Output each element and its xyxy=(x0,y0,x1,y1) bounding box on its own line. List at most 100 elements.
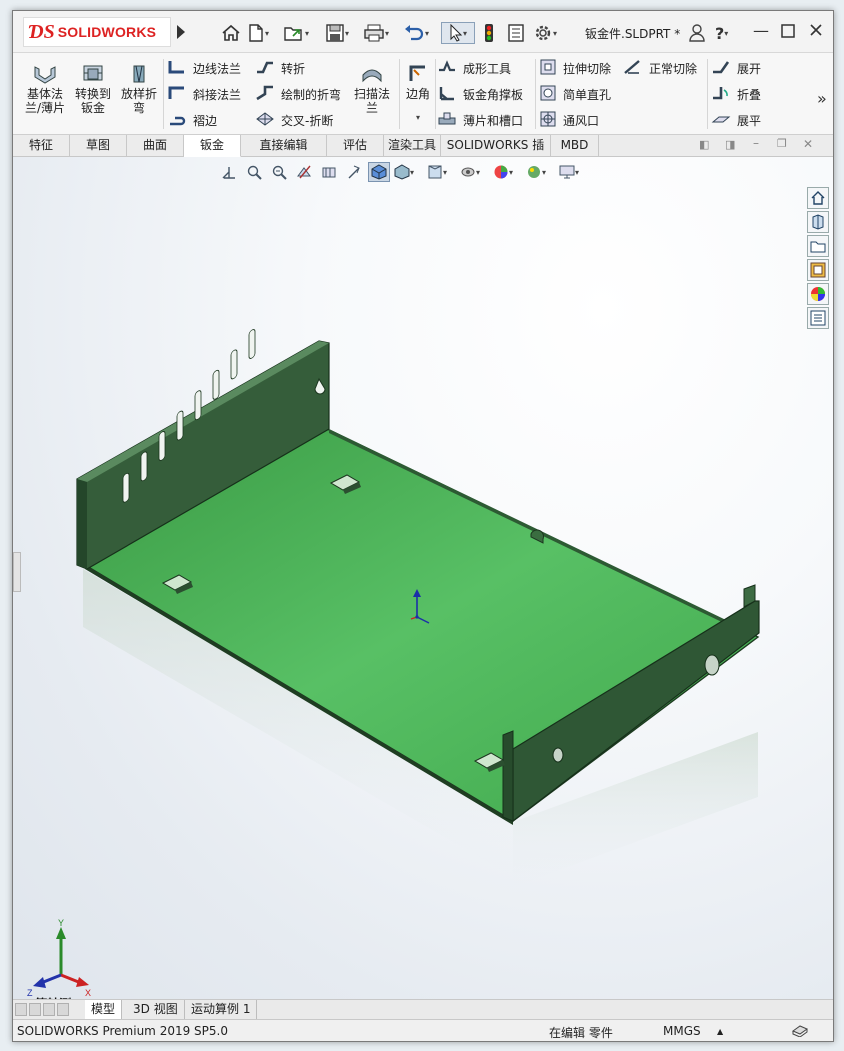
command-manager: 基体法 兰/薄片 转换到 钣金 放样折 弯 边线法兰 斜接法兰 褶边 转折 绘制… xyxy=(13,53,833,135)
swept-flange-label-1: 扫描法 xyxy=(353,87,390,101)
edge-flange-button[interactable]: 边线法兰 xyxy=(167,57,241,79)
sheet-metal-gusset-button[interactable]: 钣金角撑板 xyxy=(437,83,523,105)
tab-3d-views[interactable]: 3D 视图 xyxy=(127,1000,185,1019)
chevron-down-icon[interactable]: ▾ xyxy=(463,29,467,38)
tab-solidworks-addins[interactable]: SOLIDWORKS 插件 xyxy=(441,135,551,173)
ds-logo-icon: ƊS xyxy=(28,20,55,43)
chevron-down-icon[interactable]: ▾ xyxy=(345,29,349,38)
chevron-down-icon[interactable]: ▾ xyxy=(305,29,309,38)
flatten-icon xyxy=(711,110,731,131)
lofted-bend-label-2: 弯 xyxy=(132,101,145,115)
fold-button[interactable]: 折叠 xyxy=(711,83,761,105)
tab-sheet-metal[interactable]: 钣金 xyxy=(184,135,241,157)
vent-icon xyxy=(539,110,557,131)
hem-icon xyxy=(167,110,187,131)
print-icon[interactable]: ▾ xyxy=(363,22,389,44)
tab-model[interactable]: 模型 xyxy=(85,1000,123,1019)
unfold-label: 展开 xyxy=(737,61,762,76)
simple-hole-button[interactable]: 简单直孔 xyxy=(539,83,611,105)
select-pointer-icon[interactable]: ▾ xyxy=(441,22,475,44)
help-icon[interactable]: ? ▾ xyxy=(715,22,728,44)
vent-button[interactable]: 通风口 xyxy=(539,109,599,131)
tab-sketch[interactable]: 草图 xyxy=(70,135,127,157)
convert-to-sheet-metal-button[interactable]: 转换到 钣金 xyxy=(71,63,115,115)
miter-flange-icon xyxy=(167,84,187,105)
save-icon[interactable]: ▾ xyxy=(325,22,349,44)
extruded-cut-button[interactable]: 拉伸切除 xyxy=(539,57,611,79)
tab-motion-study-1[interactable]: 运动算例 1 xyxy=(185,1000,258,1019)
tab-surfaces[interactable]: 曲面 xyxy=(127,135,184,157)
chevron-down-icon[interactable]: ▾ xyxy=(553,29,557,38)
normal-cut-label: 正常切除 xyxy=(649,61,698,76)
jog-icon xyxy=(255,58,275,79)
new-document-icon[interactable]: ▾ xyxy=(247,22,269,44)
tab-evaluate[interactable]: 评估 xyxy=(327,135,384,157)
ribbon-divider xyxy=(399,59,400,129)
tab-first-arrow-icon[interactable] xyxy=(15,1003,27,1016)
jog-button[interactable]: 转折 xyxy=(255,57,305,79)
flatten-button[interactable]: 展平 xyxy=(711,109,761,131)
tab-mbd[interactable]: MBD xyxy=(551,135,599,157)
graphics-area[interactable]: ▾ ▾ ▾ ▾ ▾ ▾ Y X Z xyxy=(13,157,833,1011)
sketched-bend-label: 绘制的折弯 xyxy=(281,87,342,102)
hem-button[interactable]: 褶边 xyxy=(167,109,217,131)
chevron-down-icon[interactable]: ▾ xyxy=(416,111,420,125)
simple-hole-label: 简单直孔 xyxy=(563,87,612,102)
hem-label: 褶边 xyxy=(193,113,218,128)
base-flange-label-2: 兰/薄片 xyxy=(24,101,66,115)
file-properties-icon[interactable] xyxy=(507,22,525,44)
lofted-bend-label-1: 放样折 xyxy=(120,87,157,101)
chevron-down-icon[interactable]: ▾ xyxy=(265,29,269,38)
options-gear-icon[interactable]: ▾ xyxy=(533,22,557,44)
tab-last-arrow-icon[interactable] xyxy=(57,1003,69,1016)
doc-restore-icon[interactable]: ❐ xyxy=(777,137,787,150)
chevron-down-icon[interactable]: ▾ xyxy=(385,29,389,38)
open-folder-icon[interactable]: ▾ xyxy=(283,22,309,44)
rebuild-traffic-light-icon[interactable] xyxy=(483,22,495,44)
undo-icon[interactable]: ▾ xyxy=(403,22,429,44)
maximize-icon[interactable] xyxy=(781,23,795,42)
miter-flange-button[interactable]: 斜接法兰 xyxy=(167,83,241,105)
normal-cut-button[interactable]: 正常切除 xyxy=(623,57,697,79)
reference-triad[interactable]: Y X Z xyxy=(23,917,93,997)
forming-tool-button[interactable]: 成形工具 xyxy=(437,57,511,79)
tab-render-tools[interactable]: 渲染工具 xyxy=(384,135,441,157)
ribbon-more-icon[interactable]: » xyxy=(817,89,827,108)
tab-next-arrow-icon[interactable] xyxy=(43,1003,55,1016)
fold-icon xyxy=(711,84,731,105)
panel-right-icon[interactable]: ◨ xyxy=(725,138,735,151)
cross-break-button[interactable]: 交叉-折断 xyxy=(255,109,333,131)
quick-tips-icon[interactable] xyxy=(791,1023,809,1040)
tab-prev-arrow-icon[interactable] xyxy=(29,1003,41,1016)
lofted-bend-button[interactable]: 放样折 弯 xyxy=(117,63,161,115)
gusset-icon xyxy=(437,84,457,105)
solidworks-window: ƊS SOLIDWORKS ▾ ▾ ▾ ▾ ▾ ▾ ▾ 钣金件.SLDPRT *… xyxy=(12,10,834,1042)
home-icon[interactable] xyxy=(221,22,241,44)
base-flange-icon xyxy=(34,66,56,84)
panel-left-icon[interactable]: ◧ xyxy=(699,138,709,151)
edge-flange-icon xyxy=(167,58,187,79)
doc-close-icon[interactable]: ✕ xyxy=(803,137,813,151)
sketched-bend-button[interactable]: 绘制的折弯 xyxy=(255,83,341,105)
minimize-icon[interactable]: — xyxy=(753,21,769,40)
user-account-icon[interactable] xyxy=(689,22,705,44)
base-flange-button[interactable]: 基体法 兰/薄片 xyxy=(23,63,67,115)
back-wall-end xyxy=(77,479,87,569)
chevron-down-icon[interactable]: ▾ xyxy=(724,29,728,38)
swept-flange-button[interactable]: 扫描法 兰 xyxy=(349,63,395,115)
close-icon[interactable] xyxy=(809,22,823,41)
chevron-down-icon[interactable]: ▾ xyxy=(425,29,429,38)
doc-minimize-icon[interactable]: – xyxy=(753,136,759,150)
unit-system[interactable]: MMGS xyxy=(663,1024,701,1038)
corners-button[interactable]: 边角 ▾ xyxy=(401,63,435,125)
lofted-bend-icon xyxy=(133,65,145,83)
menu-expand-arrow-icon[interactable] xyxy=(177,25,185,39)
units-arrow-icon[interactable]: ▲ xyxy=(717,1027,723,1036)
tab-features[interactable]: 特征 xyxy=(13,135,70,157)
solidworks-logo[interactable]: ƊS SOLIDWORKS xyxy=(23,17,171,47)
tab-and-slot-button[interactable]: 薄片和槽口 xyxy=(437,109,523,131)
unfold-button[interactable]: 展开 xyxy=(711,57,761,79)
sheet-metal-part-model[interactable] xyxy=(13,157,833,999)
tab-direct-editing[interactable]: 直接编辑 xyxy=(241,135,327,157)
gusset-label: 钣金角撑板 xyxy=(463,87,524,102)
